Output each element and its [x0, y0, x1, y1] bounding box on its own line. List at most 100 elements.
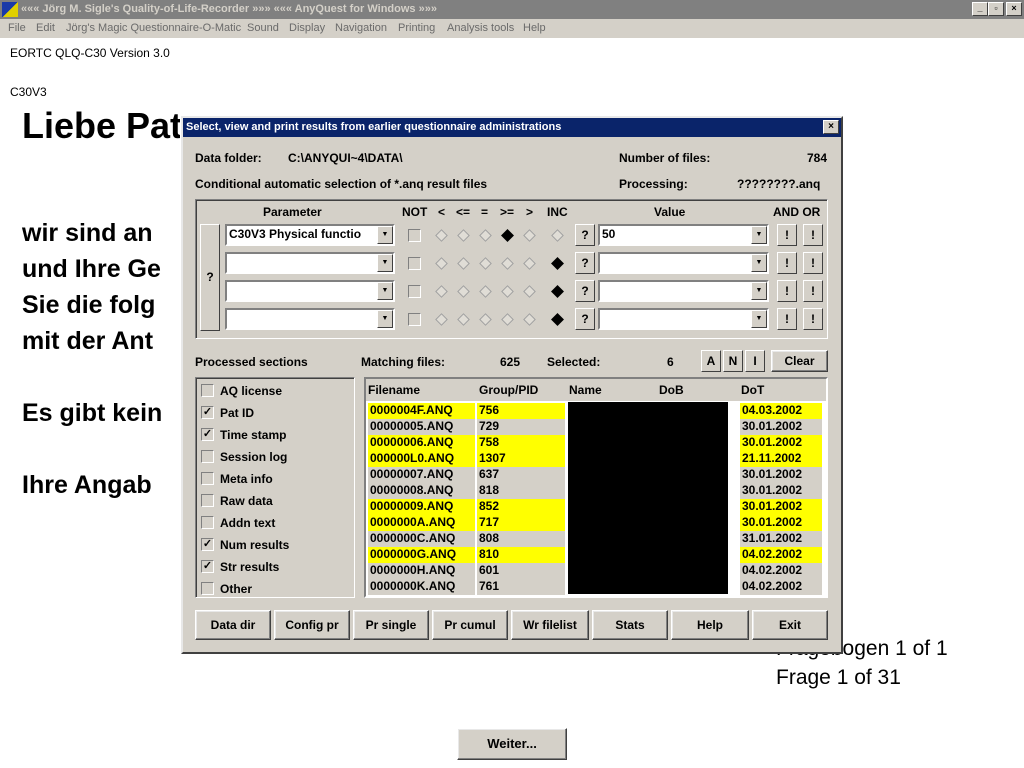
parameter-combo[interactable]: ▼	[225, 280, 395, 302]
filename-cell: 000000L0.ANQ	[368, 451, 475, 467]
or-button[interactable]: !	[803, 224, 823, 246]
section-checkbox[interactable]: ✓	[201, 406, 214, 419]
grid-header: Filename Group/PID Name DoB DoT	[366, 379, 826, 401]
pr-single-button[interactable]: Pr single	[353, 610, 429, 640]
name-header[interactable]: Name	[569, 383, 602, 397]
value-help-button[interactable]: ?	[575, 280, 595, 302]
chevron-down-icon[interactable]: ▼	[377, 282, 393, 300]
menu-analysis-tools[interactable]: Analysis tools	[447, 19, 514, 37]
not-checkbox[interactable]	[408, 285, 421, 298]
menu-help[interactable]: Help	[523, 19, 546, 37]
menu-questionnaire-o-matic[interactable]: Jörg's Magic Questionnaire-O-Matic	[66, 19, 241, 37]
dob-header[interactable]: DoB	[659, 383, 684, 397]
group-pid-header[interactable]: Group/PID	[479, 383, 538, 397]
not-header: NOT	[402, 205, 428, 219]
select-all-button[interactable]: A	[701, 350, 721, 372]
value-help-button[interactable]: ?	[575, 252, 595, 274]
section-checkbox[interactable]	[201, 494, 214, 507]
clear-button[interactable]: Clear	[771, 350, 828, 372]
section-label: Other	[220, 582, 253, 596]
or-button[interactable]: !	[803, 252, 823, 274]
filename-cell: 00000006.ANQ	[368, 435, 475, 451]
section-checkbox[interactable]	[201, 450, 214, 463]
value-help-button[interactable]: ?	[575, 308, 595, 330]
menu-display[interactable]: Display	[289, 19, 325, 37]
not-checkbox[interactable]	[408, 313, 421, 326]
chevron-down-icon[interactable]: ▼	[377, 226, 393, 244]
dot-header[interactable]: DoT	[741, 383, 764, 397]
menu-sound[interactable]: Sound	[247, 19, 279, 37]
menu-bar: File Edit Jörg's Magic Questionnaire-O-M…	[0, 19, 1024, 38]
close-window-button[interactable]: ×	[1006, 2, 1022, 16]
section-checkbox[interactable]: ✓	[201, 560, 214, 573]
or-button[interactable]: !	[803, 280, 823, 302]
section-checkbox[interactable]	[201, 384, 214, 397]
dot-cell: 31.01.2002	[740, 531, 822, 547]
next-button[interactable]: Weiter...	[457, 728, 567, 760]
and-button[interactable]: !	[777, 252, 797, 274]
not-checkbox[interactable]	[408, 229, 421, 242]
dot-cell: 30.01.2002	[740, 515, 822, 531]
dialog-close-button[interactable]: ×	[823, 120, 839, 134]
value-combo[interactable]: 50 ▼	[598, 224, 769, 246]
chevron-down-icon[interactable]: ▼	[751, 226, 767, 244]
and-button[interactable]: !	[777, 308, 797, 330]
section-checkbox[interactable]: ✓	[201, 538, 214, 551]
chevron-down-icon[interactable]: ▼	[377, 310, 393, 328]
criteria-help-button[interactable]: ?	[200, 224, 220, 331]
invert-selection-button[interactable]: I	[745, 350, 765, 372]
group-pid-cell: 758	[477, 435, 565, 451]
window-title-bar[interactable]: ««« Jörg M. Sigle's Quality-of-Life-Reco…	[0, 0, 1024, 19]
help-button[interactable]: Help	[671, 610, 749, 640]
chevron-down-icon[interactable]: ▼	[377, 254, 393, 272]
dialog-title-bar[interactable]: Select, view and print results from earl…	[183, 118, 841, 137]
config-pr-button[interactable]: Config pr	[274, 610, 350, 640]
parameter-combo[interactable]: C30V3 Physical functio ▼	[225, 224, 395, 246]
data-dir-button[interactable]: Data dir	[195, 610, 271, 640]
chevron-down-icon[interactable]: ▼	[751, 254, 767, 272]
value-combo[interactable]: ▼	[598, 252, 769, 274]
group-pid-cell: 1307	[477, 451, 565, 467]
section-label: Str results	[220, 560, 280, 574]
dot-cell: 30.01.2002	[740, 499, 822, 515]
filename-header[interactable]: Filename	[368, 383, 420, 397]
menu-navigation[interactable]: Navigation	[335, 19, 387, 37]
or-button[interactable]: !	[803, 308, 823, 330]
menu-printing[interactable]: Printing	[398, 19, 435, 37]
section-checkbox[interactable]	[201, 516, 214, 529]
version-label: EORTC QLQ-C30 Version 3.0	[10, 46, 170, 60]
menu-edit[interactable]: Edit	[36, 19, 55, 37]
filename-cell: 0000000G.ANQ	[368, 547, 475, 563]
stats-button[interactable]: Stats	[592, 610, 668, 640]
and-button[interactable]: !	[777, 280, 797, 302]
menu-file[interactable]: File	[8, 19, 26, 37]
group-pid-cell: 729	[477, 419, 565, 435]
dot-cell: 04.02.2002	[740, 579, 822, 595]
parameter-combo[interactable]: ▼	[225, 252, 395, 274]
processing-label: Processing:	[619, 177, 688, 191]
matching-files-value: 625	[500, 355, 521, 369]
chevron-down-icon[interactable]: ▼	[751, 282, 767, 300]
not-checkbox[interactable]	[408, 257, 421, 270]
chevron-down-icon[interactable]: ▼	[751, 310, 767, 328]
section-checkbox[interactable]: ✓	[201, 428, 214, 441]
section-checkbox[interactable]	[201, 582, 214, 595]
frage-counter: Frage 1 of 31	[776, 666, 901, 689]
section-checkbox[interactable]	[201, 472, 214, 485]
wr-filelist-button[interactable]: Wr filelist	[511, 610, 589, 640]
and-button[interactable]: !	[777, 224, 797, 246]
selected-label: Selected:	[547, 355, 601, 369]
value-help-button[interactable]: ?	[575, 224, 595, 246]
select-none-button[interactable]: N	[723, 350, 743, 372]
value-combo[interactable]: ▼	[598, 308, 769, 330]
filename-cell: 00000009.ANQ	[368, 499, 475, 515]
value-combo[interactable]: ▼	[598, 280, 769, 302]
data-folder-value: C:\ANYQUI~4\DATA\	[288, 151, 403, 165]
parameter-combo[interactable]: ▼	[225, 308, 395, 330]
minimize-button[interactable]: _	[972, 2, 988, 16]
processed-sections-label: Processed sections	[195, 355, 308, 369]
group-pid-cell: 808	[477, 531, 565, 547]
exit-button[interactable]: Exit	[752, 610, 828, 640]
pr-cumul-button[interactable]: Pr cumul	[432, 610, 508, 640]
maximize-button[interactable]: ▫	[988, 2, 1004, 16]
